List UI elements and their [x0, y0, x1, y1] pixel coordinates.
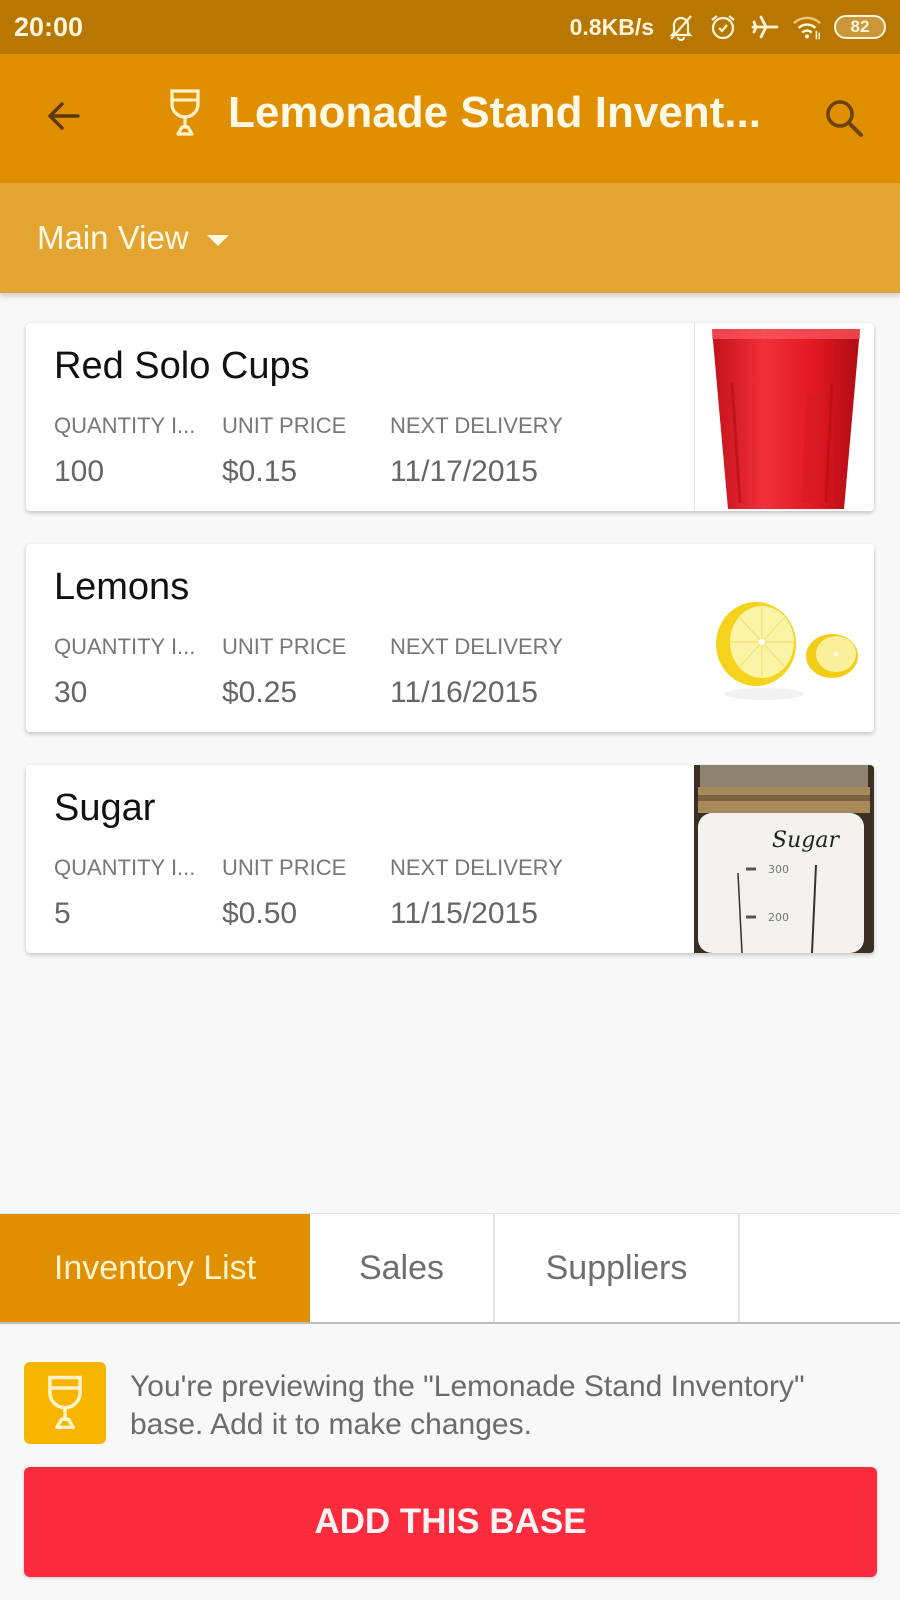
record-field-unit-price: UNIT PRICE $0.25: [222, 634, 346, 710]
tab-suppliers[interactable]: Suppliers: [495, 1214, 740, 1322]
wifi-icon: [792, 12, 822, 42]
field-value: 30: [54, 676, 88, 709]
field-value: 11/15/2015: [390, 897, 538, 930]
field-label: QUANTITY I...: [54, 413, 196, 438]
field-label: NEXT DELIVERY: [390, 855, 563, 880]
record-card[interactable]: Red Solo Cups QUANTITY I... 100 UNIT PRI…: [26, 323, 874, 511]
field-label: UNIT PRICE: [222, 855, 347, 880]
field-value: 11/16/2015: [390, 676, 538, 709]
record-title: Sugar: [54, 787, 156, 829]
view-bar: Main View: [0, 183, 900, 293]
record-card[interactable]: Lemons QUANTITY I... 30 UNIT PRICE $0.25…: [26, 544, 874, 732]
arrow-left-icon: [48, 102, 80, 130]
record-card[interactable]: Sugar QUANTITY I... 5 UNIT PRICE $0.50 N…: [26, 765, 874, 953]
record-title: Red Solo Cups: [54, 345, 310, 387]
sugar-jar-label: Sugar: [772, 828, 840, 853]
record-field-quantity: QUANTITY I... 100: [54, 413, 195, 489]
tab-more[interactable]: [740, 1214, 900, 1322]
network-speed: 0.8KB/s: [569, 13, 654, 40]
status-time: 20:00: [14, 11, 84, 42]
record-field-unit-price: UNIT PRICE $0.15: [222, 413, 346, 489]
record-field-next-delivery: NEXT DELIVERY 11/17/2015: [390, 413, 563, 489]
field-value: $0.25: [222, 676, 298, 709]
view-dropdown[interactable]: Main View: [37, 219, 229, 257]
field-label: NEXT DELIVERY: [390, 413, 563, 438]
tab-inventory-list[interactable]: Inventory List: [0, 1214, 310, 1322]
airplane-icon: [750, 12, 780, 42]
battery-indicator: 82: [834, 15, 886, 39]
red-cup-image: [694, 323, 874, 511]
status-bar: 20:00 0.8KB/s 82: [0, 0, 900, 54]
alarm-icon: [708, 12, 738, 42]
preview-notice: You're previewing the "Lemonade Stand In…: [24, 1362, 874, 1444]
tab-sales[interactable]: Sales: [310, 1214, 495, 1322]
record-title: Lemons: [54, 566, 190, 608]
sugar-jar-image: Sugar 300 200: [694, 765, 874, 953]
record-field-quantity: QUANTITY I... 5: [54, 855, 195, 931]
field-value: 100: [54, 455, 105, 488]
preview-message: You're previewing the "Lemonade Stand In…: [130, 1370, 805, 1441]
field-label: QUANTITY I...: [54, 855, 196, 880]
field-label: UNIT PRICE: [222, 413, 347, 438]
search-button[interactable]: [818, 92, 870, 144]
base-title: Lemonade Stand Invent...: [166, 88, 761, 138]
wine-glass-icon: [170, 89, 200, 136]
field-value: $0.50: [222, 897, 298, 930]
field-value: 11/17/2015: [390, 455, 538, 488]
search-icon: [826, 100, 863, 137]
base-icon: [24, 1362, 106, 1444]
field-value: 5: [54, 897, 71, 930]
record-field-next-delivery: NEXT DELIVERY 11/15/2015: [390, 855, 563, 931]
field-label: NEXT DELIVERY: [390, 634, 563, 659]
record-field-unit-price: UNIT PRICE $0.50: [222, 855, 346, 931]
sugar-jar-mark-300: 300: [768, 863, 789, 876]
table-tabs: Inventory List Sales Suppliers: [0, 1213, 900, 1324]
back-button[interactable]: [40, 92, 88, 140]
wine-glass-icon: [48, 1375, 82, 1430]
field-label: QUANTITY I...: [54, 634, 196, 659]
caret-down-icon: [206, 234, 229, 246]
status-indicators: 0.8KB/s 82: [570, 12, 886, 42]
sugar-jar-mark-200: 200: [768, 911, 789, 924]
record-field-next-delivery: NEXT DELIVERY 11/16/2015: [390, 634, 563, 710]
bell-off-icon: [666, 12, 696, 42]
app-bar: Lemonade Stand Invent...: [0, 54, 900, 183]
field-label: UNIT PRICE: [222, 634, 347, 659]
page-title: Lemonade Stand Invent...: [228, 88, 761, 137]
lemon-image: [694, 544, 874, 732]
add-this-base-button[interactable]: ADD THIS BASE: [24, 1467, 877, 1577]
field-value: $0.15: [222, 455, 298, 488]
view-dropdown-label: Main View: [37, 219, 189, 256]
record-field-quantity: QUANTITY I... 30: [54, 634, 195, 710]
